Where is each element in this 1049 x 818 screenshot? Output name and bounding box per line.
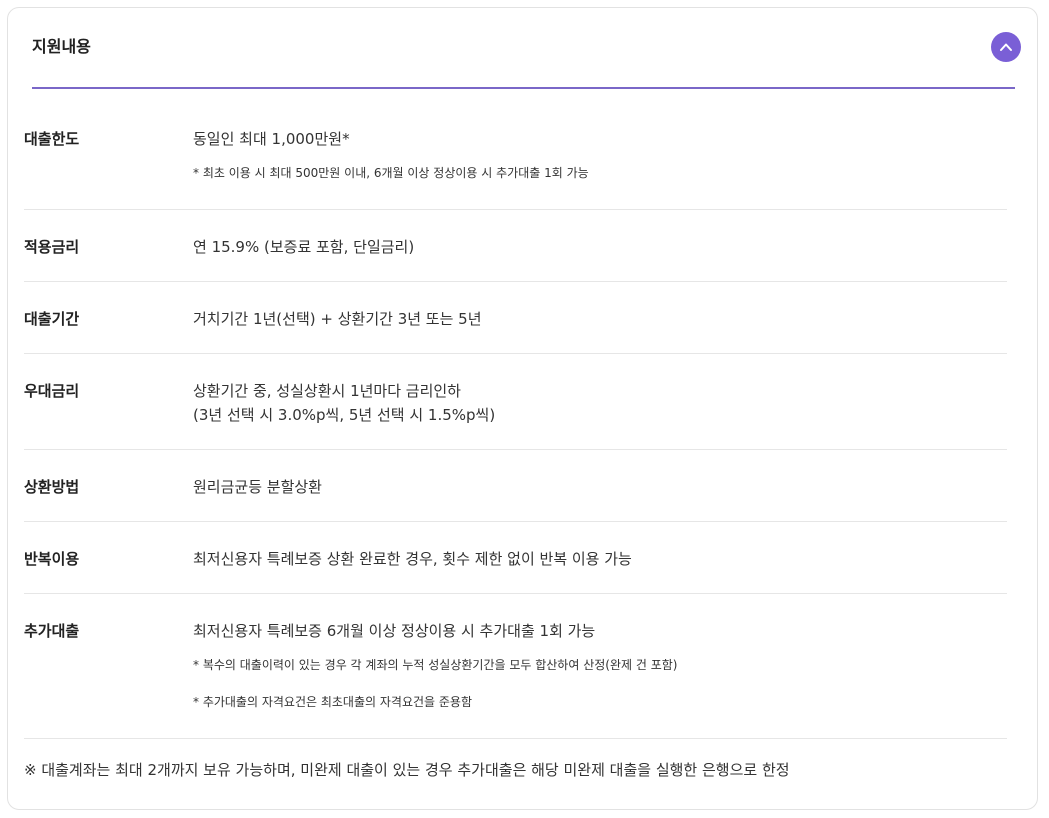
row-label: 추가대출: [24, 622, 80, 640]
chevron-up-icon: [1000, 43, 1012, 51]
row-text: 상환기간 중, 성실상환시 1년마다 금리인하: [193, 382, 461, 400]
row-content: 상환기간 중, 성실상환시 1년마다 금리인하 (3년 선택 시 3.0%p씩,…: [193, 379, 495, 427]
row-label: 대출기간: [24, 310, 80, 328]
detail-row-repeat-use: 반복이용 최저신용자 특례보증 상환 완료한 경우, 횟수 제한 없이 반복 이…: [24, 522, 1007, 594]
row-text: 동일인 최대 1,000만원*: [193, 130, 350, 148]
row-note: * 복수의 대출이력이 있는 경우 각 계좌의 누적 성실상환기간을 모두 합산…: [193, 658, 678, 672]
row-text: 원리금균등 분할상환: [193, 478, 322, 496]
collapse-toggle-button[interactable]: [991, 32, 1021, 62]
details-list: 대출한도 동일인 최대 1,000만원* * 최초 이용 시 최대 500만원 …: [24, 104, 1007, 739]
row-content: 거치기간 1년(선택) + 상환기간 3년 또는 5년: [193, 307, 482, 331]
row-label: 상환방법: [24, 478, 80, 496]
row-note: * 최초 이용 시 최대 500만원 이내, 6개월 이상 정상이용 시 추가대…: [193, 166, 589, 180]
row-text: 거치기간 1년(선택) + 상환기간 3년 또는 5년: [193, 310, 482, 328]
row-text: 최저신용자 특례보증 상환 완료한 경우, 횟수 제한 없이 반복 이용 가능: [193, 550, 632, 568]
footer-note: ※ 대출계좌는 최대 2개까지 보유 가능하며, 미완제 대출이 있는 경우 추…: [24, 761, 790, 779]
row-text-secondary: (3년 선택 시 3.0%p씩, 5년 선택 시 1.5%p씩): [193, 406, 496, 424]
detail-row-preferential-rate: 우대금리 상환기간 중, 성실상환시 1년마다 금리인하 (3년 선택 시 3.…: [24, 354, 1007, 450]
detail-row-interest-rate: 적용금리 연 15.9% (보증료 포함, 단일금리): [24, 210, 1007, 282]
row-text: 연 15.9% (보증료 포함, 단일금리): [193, 238, 415, 256]
detail-row-additional-loan: 추가대출 최저신용자 특례보증 6개월 이상 정상이용 시 추가대출 1회 가능…: [24, 594, 1007, 739]
panel-title: 지원내용: [32, 37, 91, 56]
row-content: 원리금균등 분할상환: [193, 475, 322, 499]
detail-row-loan-limit: 대출한도 동일인 최대 1,000만원* * 최초 이용 시 최대 500만원 …: [24, 104, 1007, 210]
row-label: 적용금리: [24, 238, 80, 256]
detail-row-repayment-method: 상환방법 원리금균등 분할상환: [24, 450, 1007, 522]
panel-header: 지원내용: [32, 8, 1021, 89]
row-content: 동일인 최대 1,000만원* * 최초 이용 시 최대 500만원 이내, 6…: [193, 127, 589, 181]
row-label: 반복이용: [24, 550, 80, 568]
row-note: * 추가대출의 자격요건은 최초대출의 자격요건을 준용함: [193, 695, 472, 709]
row-label: 대출한도: [24, 130, 80, 148]
row-text: 최저신용자 특례보증 6개월 이상 정상이용 시 추가대출 1회 가능: [193, 622, 596, 640]
row-label: 우대금리: [24, 382, 80, 400]
row-content: 최저신용자 특례보증 상환 완료한 경우, 횟수 제한 없이 반복 이용 가능: [193, 547, 632, 571]
detail-row-loan-period: 대출기간 거치기간 1년(선택) + 상환기간 3년 또는 5년: [24, 282, 1007, 354]
row-content: 최저신용자 특례보증 6개월 이상 정상이용 시 추가대출 1회 가능 * 복수…: [193, 619, 677, 710]
row-content: 연 15.9% (보증료 포함, 단일금리): [193, 235, 414, 259]
